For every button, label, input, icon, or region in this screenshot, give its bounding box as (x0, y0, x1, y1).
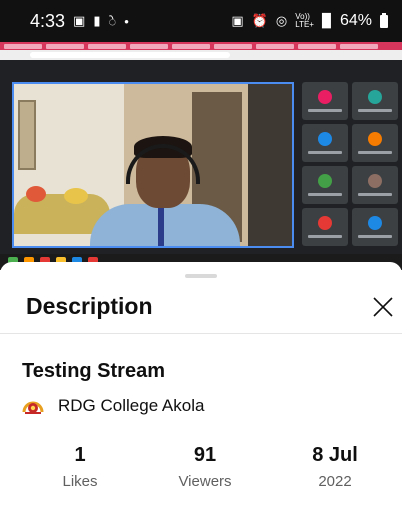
network-indicator: Vo)) LTE+ (295, 12, 314, 29)
viewers-stat: 91 Viewers (150, 444, 260, 490)
participant-tile (352, 82, 398, 120)
close-icon (373, 297, 393, 317)
description-sheet: Description Testing Stream RDG College A… (0, 262, 402, 506)
meeting-view (0, 60, 402, 270)
stats-row: 1 Likes 91 Viewers 8 Jul 2022 (0, 444, 402, 494)
gallery-icon: ▣ (73, 13, 86, 28)
likes-stat: 1 Likes (25, 444, 135, 490)
date-year: 2022 (318, 473, 352, 490)
speaker-body (90, 204, 240, 246)
participant-avatar (368, 174, 382, 188)
participant-tile (302, 124, 348, 162)
browser-tab-strip (0, 42, 402, 50)
participant-avatar (318, 90, 332, 104)
viewers-label: Viewers (178, 473, 232, 490)
likes-label: Likes (62, 473, 98, 490)
battery-percent: 64% (339, 12, 372, 29)
participant-tile (352, 208, 398, 246)
main-speaker-tile (12, 82, 294, 248)
participant-tile (352, 166, 398, 204)
signal-icon: ▉ (321, 13, 332, 28)
date-day-month: 8 Jul (312, 444, 358, 466)
viewers-count: 91 (193, 444, 217, 466)
likes-count: 1 (74, 444, 86, 466)
location-icon: ◎ (275, 13, 288, 28)
alarm-icon: ⏰ (251, 13, 268, 28)
drag-handle[interactable] (185, 274, 217, 278)
date-stat: 8 Jul 2022 (280, 444, 390, 490)
sheet-title: Description (26, 293, 153, 319)
dot-icon: • (124, 13, 129, 29)
video-player[interactable] (0, 42, 402, 270)
status-bar: 4:33 ▣ ▮ े • ▣ ⏰ ◎ Vo)) LTE+ ▉ 64% (0, 0, 402, 42)
sheet-header: Description (0, 284, 402, 334)
channel-name[interactable]: RDG College Akola (58, 396, 204, 416)
message-icon: ▮ (93, 13, 101, 28)
participant-tile (302, 208, 348, 246)
lock-icon: ▣ (231, 13, 244, 28)
participant-tile (352, 124, 398, 162)
participant-tile (302, 82, 348, 120)
close-button[interactable] (370, 294, 396, 320)
browser-address-bar (0, 50, 402, 60)
participant-avatar (368, 90, 382, 104)
channel-row[interactable]: RDG College Akola (22, 396, 204, 416)
video-title: Testing Stream (22, 360, 165, 382)
participant-avatar (318, 174, 332, 188)
notification-icon: े (108, 14, 117, 29)
participant-avatar (368, 132, 382, 146)
channel-logo-icon (22, 401, 44, 414)
participant-avatar (318, 216, 332, 230)
participant-avatar (318, 132, 332, 146)
participant-tile (302, 166, 348, 204)
battery-icon (380, 12, 388, 28)
status-time: 4:33 (30, 10, 66, 31)
participant-avatar (368, 216, 382, 230)
